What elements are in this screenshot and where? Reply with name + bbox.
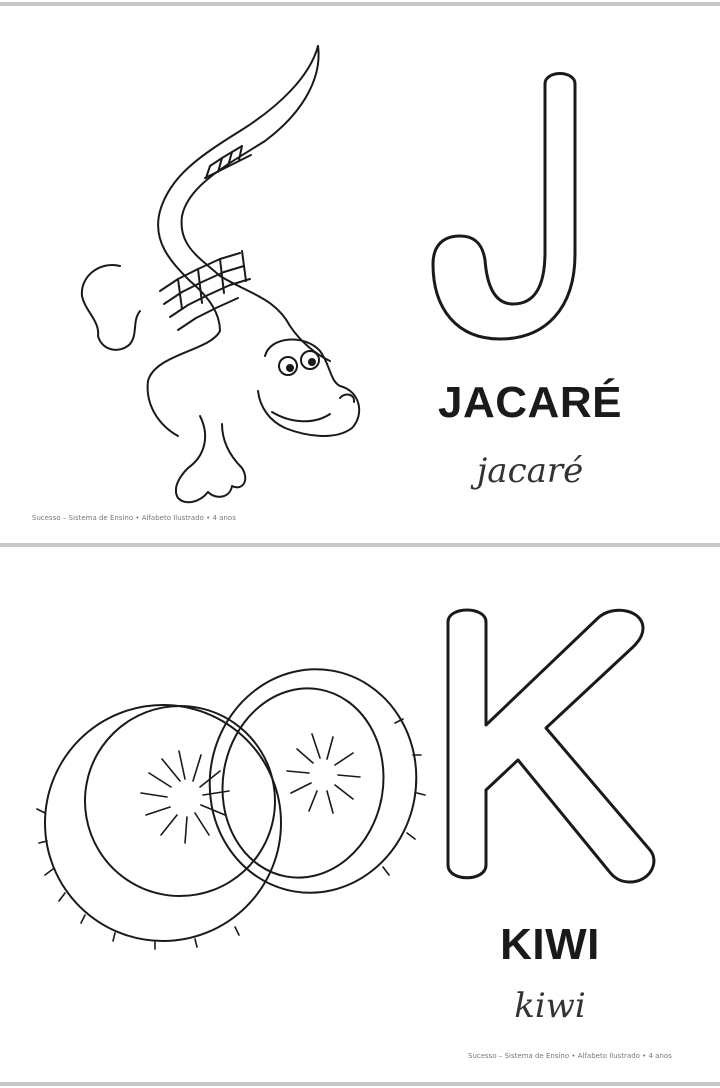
word-print-jacare: JACARÉ <box>438 378 622 427</box>
letter-j-card: JACARÉ jacaré Sucesso – Sistema de Ensin… <box>0 6 720 546</box>
bottom-divider <box>0 1082 720 1086</box>
kiwi-fruit-illustration <box>36 668 426 950</box>
middle-divider <box>0 543 720 547</box>
footer-credit: Sucesso – Sistema de Ensino • Alfabeto I… <box>468 1052 672 1060</box>
letter-j-outline <box>431 72 577 341</box>
alligator-illustration <box>80 45 361 504</box>
kiwi-seed-marks <box>36 718 426 950</box>
word-cursive-jacare: jacaré <box>476 451 584 491</box>
letter-k-card: KIWI kiwi Sucesso – Sistema de Ensino • … <box>0 548 720 1084</box>
word-print-kiwi: KIWI <box>500 920 600 969</box>
letter-k-outline <box>446 608 656 884</box>
footer-credit: Sucesso – Sistema de Ensino • Alfabeto I… <box>32 514 236 522</box>
word-cursive-kiwi: kiwi <box>514 986 586 1026</box>
